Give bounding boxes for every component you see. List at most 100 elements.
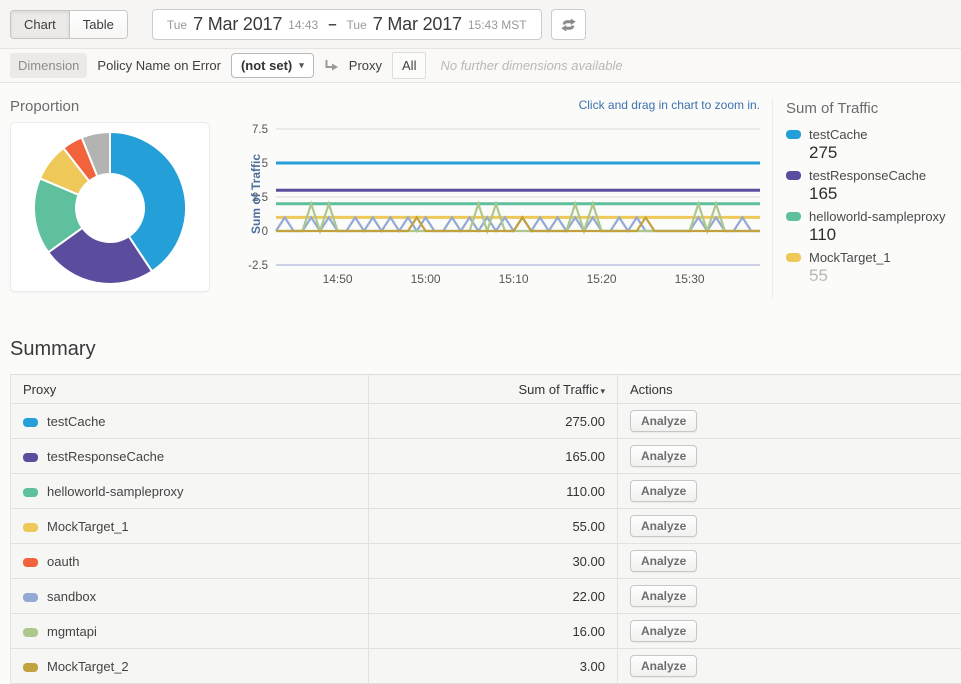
proxy-swatch-icon [23, 523, 38, 532]
line-chart[interactable]: -2.502.557.514:5015:0015:1015:2015:30 [232, 115, 770, 293]
legend-label: MockTarget_1 [809, 250, 891, 265]
chevron-down-icon: ▾ [299, 60, 304, 71]
traffic-value: 165.00 [369, 439, 618, 474]
legend-item[interactable]: MockTarget_155 [786, 250, 961, 286]
traffic-value: 3.00 [369, 649, 618, 684]
end-day: Tue [347, 18, 367, 32]
proxy-name: MockTarget_1 [47, 519, 129, 534]
proxy-name: sandbox [47, 589, 96, 604]
sum-of-traffic-header-label: Sum of Traffic [519, 382, 599, 397]
traffic-value: 110.00 [369, 474, 618, 509]
traffic-value: 30.00 [369, 544, 618, 579]
chart-tab-button[interactable]: Chart [11, 11, 69, 38]
table-row: helloworld-sampleproxy 110.00 Analyze [11, 474, 961, 509]
traffic-value: 22.00 [369, 579, 618, 614]
column-header-actions: Actions [618, 375, 961, 404]
refresh-button[interactable] [551, 9, 586, 40]
table-header-row: Proxy Sum of Traffic▾ Actions [11, 375, 961, 404]
legend-swatch-icon [786, 212, 801, 221]
donut-card [10, 122, 210, 292]
x-tick-label: 14:50 [323, 272, 353, 286]
legend-title: Sum of Traffic [786, 100, 961, 117]
legend-swatch-icon [786, 130, 801, 139]
column-header-proxy[interactable]: Proxy [11, 375, 369, 404]
dimension-note: No further dimensions available [440, 58, 622, 73]
analyze-button[interactable]: Analyze [630, 410, 697, 432]
table-row: MockTarget_2 3.00 Analyze [11, 649, 961, 684]
legend-label: helloworld-sampleproxy [809, 209, 946, 224]
legend-label: testResponseCache [809, 168, 926, 183]
proxy-filter-all-button[interactable]: All [392, 52, 426, 79]
legend-items: testCache275 testResponseCache165 hellowor… [786, 127, 961, 286]
proxy-swatch-icon [23, 558, 38, 567]
x-tick-label: 15:00 [411, 272, 441, 286]
x-tick-label: 15:10 [499, 272, 529, 286]
x-tick-label: 15:30 [675, 272, 705, 286]
analyze-button[interactable]: Analyze [630, 515, 697, 537]
legend-swatch-icon [786, 253, 801, 262]
dimension-value: (not set) [241, 58, 292, 73]
sort-desc-icon: ▾ [600, 386, 605, 396]
proportion-section: Proportion [10, 91, 232, 298]
summary-table: Proxy Sum of Traffic▾ Actions testCache 2… [10, 374, 961, 684]
proxy-name: testResponseCache [47, 449, 164, 464]
donut-chart[interactable] [11, 123, 209, 291]
column-header-sum-of-traffic[interactable]: Sum of Traffic▾ [369, 375, 618, 404]
summary-title: Summary [10, 338, 961, 361]
drilldown-name: Proxy [349, 58, 382, 73]
y-axis-label: Sum of Traffic [249, 144, 263, 244]
dimension-name: Policy Name on Error [97, 58, 221, 73]
analyze-button[interactable]: Analyze [630, 655, 697, 677]
table-row: testResponseCache 165.00 Analyze [11, 439, 961, 474]
legend-swatch-icon [786, 171, 801, 180]
start-time: 14:43 [288, 18, 318, 32]
table-row: oauth 30.00 Analyze [11, 544, 961, 579]
proxy-name: mgmtapi [47, 624, 97, 639]
summary-section: Summary Proxy Sum of Traffic▾ Actions te… [10, 338, 961, 684]
refresh-icon [560, 18, 577, 32]
table-tab-button[interactable]: Table [69, 11, 127, 38]
drilldown-arrow-icon [324, 59, 339, 72]
y-tick-label: 7.5 [252, 124, 268, 136]
x-tick-label: 15:20 [587, 272, 617, 286]
legend-value: 165 [809, 184, 961, 204]
traffic-value: 55.00 [369, 509, 618, 544]
proxy-name: testCache [47, 414, 106, 429]
y-tick-label: -2.5 [248, 260, 268, 272]
legend-panel: Sum of Traffic testCache275 testResponseC… [772, 98, 961, 298]
end-time: 15:43 MST [468, 18, 527, 32]
proxy-name: helloworld-sampleproxy [47, 484, 184, 499]
table-row: mgmtapi 16.00 Analyze [11, 614, 961, 649]
proxy-swatch-icon [23, 593, 38, 602]
dimension-label: Dimension [10, 53, 87, 78]
legend-item[interactable]: testResponseCache165 [786, 168, 961, 204]
legend-value: 275 [809, 143, 961, 163]
view-toggle: Chart Table [10, 10, 128, 39]
proxy-swatch-icon [23, 488, 38, 497]
dimension-bar: Dimension Policy Name on Error (not set)… [0, 48, 961, 83]
analyze-button[interactable]: Analyze [630, 550, 697, 572]
traffic-value: 275.00 [369, 404, 618, 439]
proxy-swatch-icon [23, 663, 38, 672]
proxy-name: oauth [47, 554, 80, 569]
legend-label: testCache [809, 127, 868, 142]
traffic-value: 16.00 [369, 614, 618, 649]
legend-item[interactable]: testCache275 [786, 127, 961, 163]
legend-item[interactable]: helloworld-sampleproxy110 [786, 209, 961, 245]
end-date: 7 Mar 2017 [373, 14, 462, 35]
proxy-swatch-icon [23, 628, 38, 637]
timeseries-section: Click and drag in chart to zoom in. Sum … [232, 91, 772, 298]
main-content: Proportion Click and drag in chart to zo… [0, 83, 961, 684]
analyze-button[interactable]: Analyze [630, 620, 697, 642]
date-range-button[interactable]: Tue 7 Mar 2017 14:43 – Tue 7 Mar 2017 15… [152, 9, 542, 40]
dimension-value-dropdown[interactable]: (not set) ▾ [231, 53, 314, 78]
analyze-button[interactable]: Analyze [630, 445, 697, 467]
legend-value: 110 [809, 225, 961, 245]
analyze-button[interactable]: Analyze [630, 480, 697, 502]
proportion-title: Proportion [10, 98, 232, 115]
proxy-name: MockTarget_2 [47, 659, 129, 674]
proxy-swatch-icon [23, 453, 38, 462]
analyze-button[interactable]: Analyze [630, 585, 697, 607]
start-day: Tue [167, 18, 187, 32]
start-date: 7 Mar 2017 [193, 14, 282, 35]
